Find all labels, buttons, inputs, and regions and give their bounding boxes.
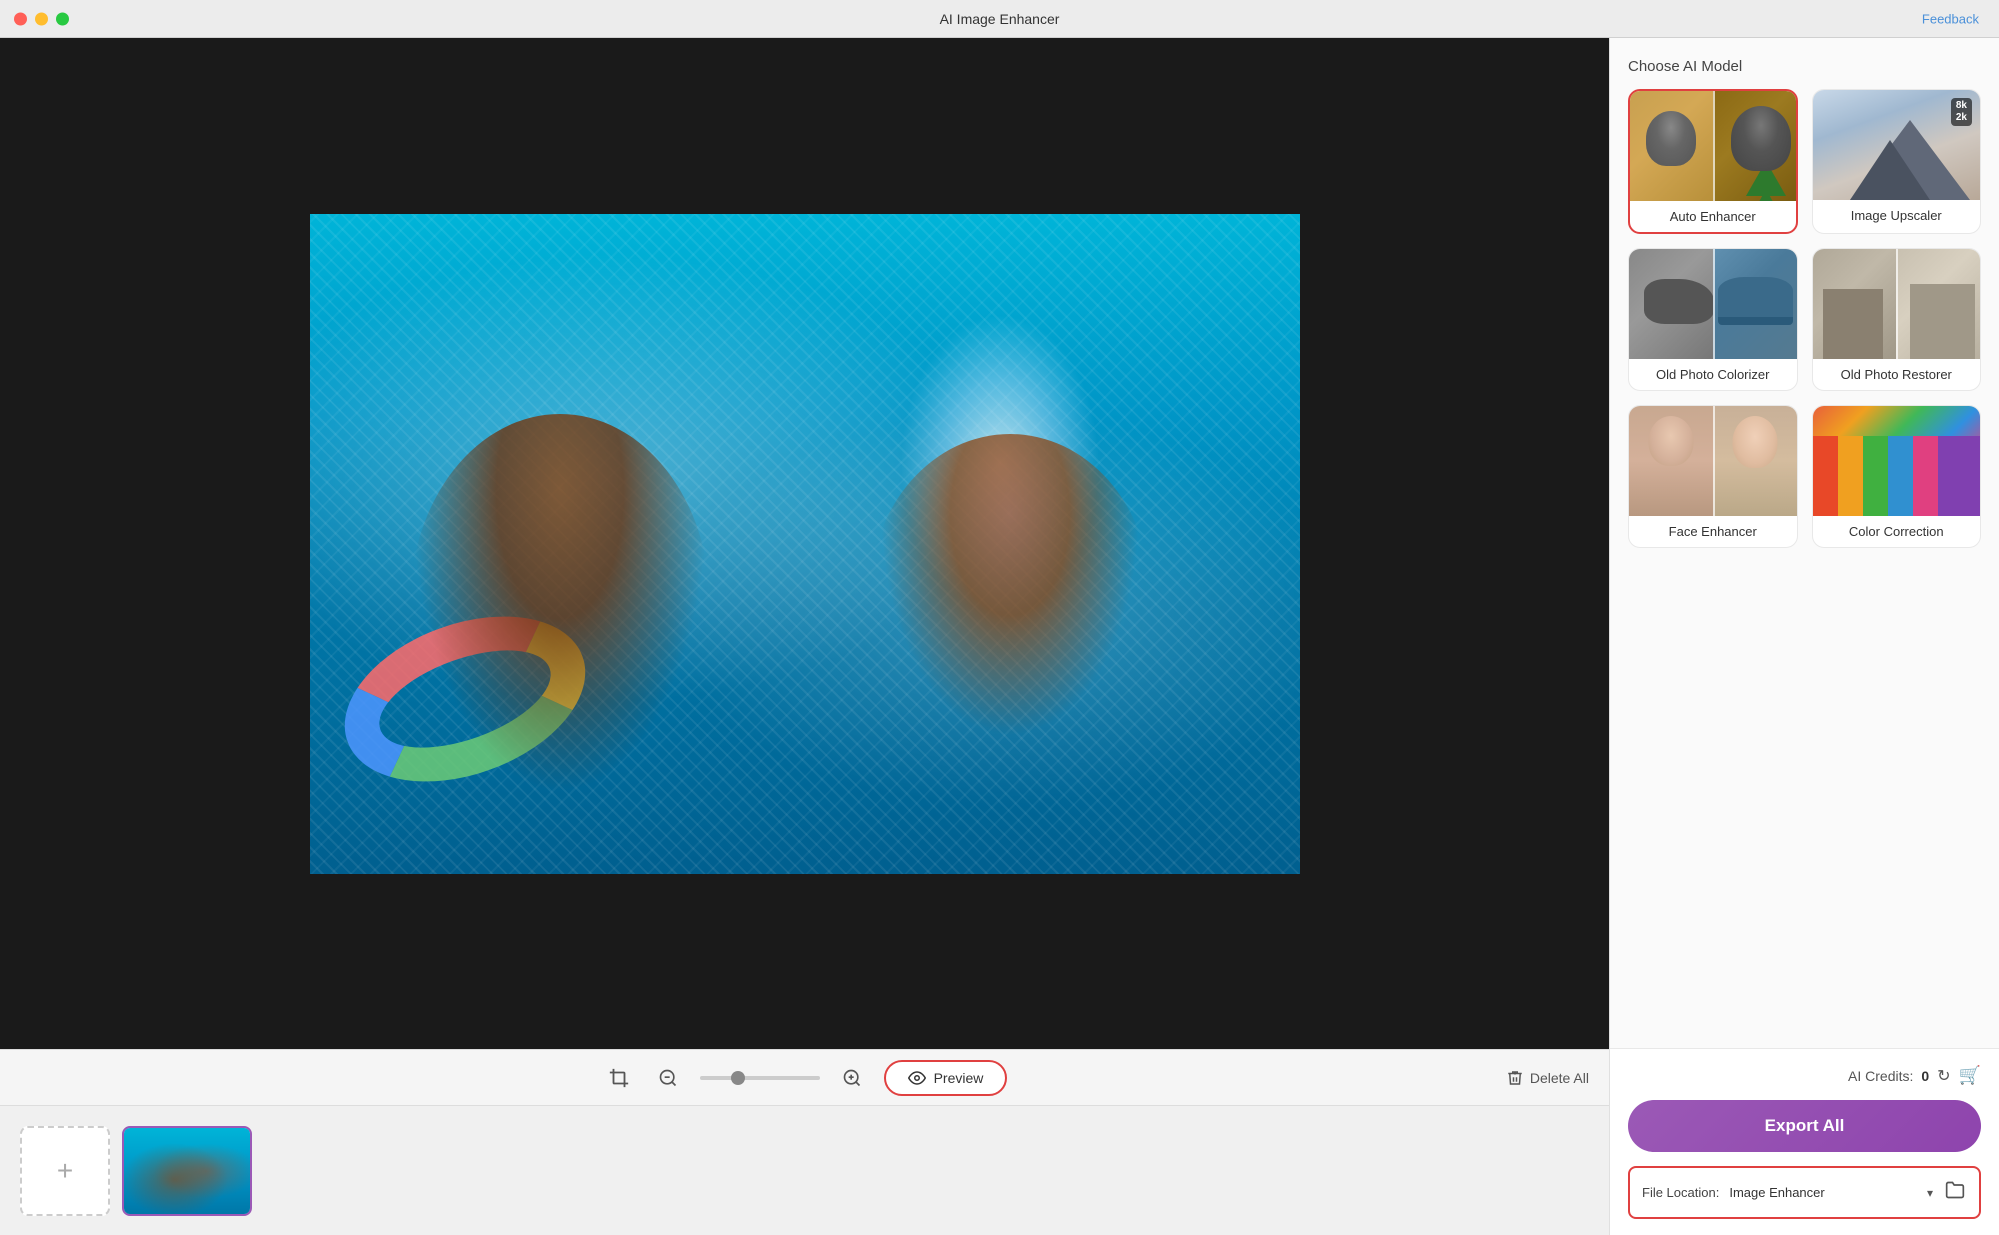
add-image-button[interactable]: + [20, 1126, 110, 1216]
mountain-2-icon [1850, 140, 1930, 200]
minimize-button[interactable] [35, 12, 48, 25]
upscaler-label: Image Upscaler [1813, 200, 1981, 231]
thumbnail-strip: + [0, 1105, 1609, 1235]
child-figure-1 [410, 414, 710, 794]
color-correction-image [1813, 406, 1981, 516]
building-old-icon [1823, 289, 1883, 359]
zoom-slider[interactable] [700, 1076, 820, 1080]
titlebar: AI Image Enhancer Feedback [0, 0, 1999, 38]
model-card-face-enhancer[interactable]: Face Enhancer [1628, 405, 1798, 548]
credits-value: 0 [1921, 1068, 1929, 1084]
christmas-tree-icon [1746, 161, 1786, 196]
main-layout: Preview Delete All + [0, 38, 1999, 1235]
refresh-icon[interactable]: ↻ [1937, 1066, 1950, 1086]
upscaler-badge: 8k2k [1951, 98, 1972, 126]
auto-enhancer-image [1630, 91, 1796, 201]
section-title: Choose AI Model [1628, 58, 1981, 75]
image-viewer [0, 38, 1609, 1049]
model-grid: Auto Enhancer 8k2k Image Upscaler [1628, 89, 1981, 548]
folder-icon [1945, 1180, 1965, 1200]
crop-tool-button[interactable] [602, 1061, 636, 1095]
building-new-icon [1910, 284, 1975, 359]
model-card-color-correction[interactable]: Color Correction [1812, 405, 1982, 548]
file-location-row: File Location: Image Enhancer Custom Loc… [1628, 1166, 1981, 1219]
app-title: AI Image Enhancer [940, 11, 1060, 27]
auto-enhancer-label: Auto Enhancer [1630, 201, 1796, 232]
open-folder-button[interactable] [1943, 1178, 1967, 1207]
close-button[interactable] [14, 12, 27, 25]
model-selection-area: Choose AI Model Auto Enhancer [1610, 38, 1999, 1048]
car-icon [1718, 277, 1793, 317]
delete-all-button[interactable]: Delete All [1506, 1069, 1589, 1087]
thumbnail-image [124, 1128, 250, 1214]
feedback-link[interactable]: Feedback [1922, 11, 1979, 26]
file-location-select-wrapper: Image Enhancer Custom Location Desktop D… [1729, 1185, 1933, 1200]
face-enhancer-label: Face Enhancer [1629, 516, 1797, 547]
model-card-auto-enhancer[interactable]: Auto Enhancer [1628, 89, 1798, 234]
color-correction-label: Color Correction [1813, 516, 1981, 547]
zoom-in-button[interactable] [836, 1062, 868, 1094]
model-card-image-upscaler[interactable]: 8k2k Image Upscaler [1812, 89, 1982, 234]
cart-icon[interactable]: 🛒 [1959, 1065, 1981, 1086]
preview-button[interactable]: Preview [884, 1060, 1008, 1096]
model-card-old-photo-restorer[interactable]: Old Photo Restorer [1812, 248, 1982, 391]
main-image [310, 214, 1300, 874]
face-enhancer-image [1629, 406, 1797, 516]
traffic-lights [14, 12, 69, 25]
credits-row: AI Credits: 0 ↻ 🛒 [1628, 1065, 1981, 1086]
colorful-buildings-icon [1813, 436, 1981, 516]
zoom-out-button[interactable] [652, 1062, 684, 1094]
upscaler-image: 8k2k [1813, 90, 1981, 200]
chevron-down-icon: ▾ [1927, 1186, 1933, 1200]
left-panel: Preview Delete All + [0, 38, 1609, 1235]
thumbnail-item[interactable] [122, 1126, 252, 1216]
restorer-image [1813, 249, 1981, 359]
right-panel: Choose AI Model Auto Enhancer [1609, 38, 1999, 1235]
zoom-slider-container [700, 1076, 820, 1080]
export-all-button[interactable]: Export All [1628, 1100, 1981, 1152]
colorizer-image [1629, 249, 1797, 359]
maximize-button[interactable] [56, 12, 69, 25]
colorizer-label: Old Photo Colorizer [1629, 359, 1797, 390]
model-card-old-photo-colorizer[interactable]: Old Photo Colorizer [1628, 248, 1798, 391]
toolbar: Preview Delete All [0, 1049, 1609, 1105]
child-figure-2 [870, 434, 1150, 754]
restorer-label: Old Photo Restorer [1813, 359, 1981, 390]
export-area: AI Credits: 0 ↻ 🛒 Export All File Locati… [1610, 1048, 1999, 1235]
trash-icon [1506, 1069, 1524, 1087]
credits-label: AI Credits: [1848, 1068, 1913, 1084]
eye-icon [908, 1069, 926, 1087]
file-location-select[interactable]: Image Enhancer Custom Location Desktop D… [1729, 1185, 1927, 1200]
file-location-label: File Location: [1642, 1185, 1719, 1200]
